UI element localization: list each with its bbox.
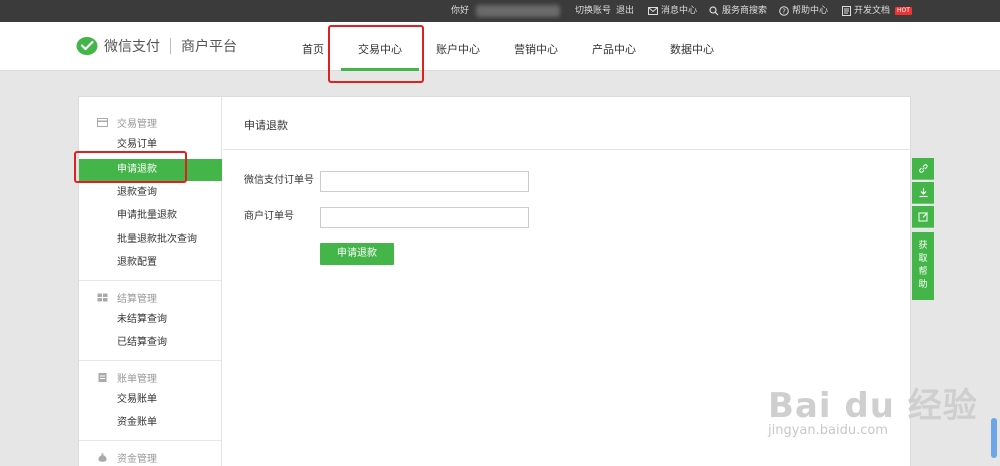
question-icon: ? bbox=[779, 6, 789, 16]
help-tab-char: 获 bbox=[918, 241, 928, 251]
sidebar-group-title: 资金管理 bbox=[117, 453, 157, 465]
sidebar-highlight-annotation bbox=[74, 151, 187, 183]
service-search-link[interactable]: 服务商搜索 bbox=[709, 0, 767, 22]
baidu-jingyan-watermark: Bai du 经验 jingyan.baidu.com bbox=[768, 378, 978, 438]
edit-tool-button[interactable] bbox=[912, 206, 934, 228]
blurred-username bbox=[476, 5, 560, 17]
nav-product-center[interactable]: 产品中心 bbox=[592, 22, 636, 71]
sidebar-item-refund-config[interactable]: 退款配置 bbox=[117, 255, 157, 271]
help-center-label: 帮助中心 bbox=[792, 6, 829, 16]
sidebar-item-settled-query[interactable]: 已结算查询 bbox=[117, 335, 167, 351]
apply-refund-button[interactable]: 申请退款 bbox=[320, 243, 394, 265]
service-search-label: 服务商搜索 bbox=[722, 6, 768, 16]
edit-icon bbox=[918, 212, 928, 222]
grid-icon bbox=[97, 293, 108, 301]
title-divider bbox=[223, 149, 912, 150]
message-center-label: 消息中心 bbox=[661, 6, 698, 16]
sidebar-item-batch-refund-query[interactable]: 批量退款批次查询 bbox=[117, 232, 197, 248]
nav-account-center[interactable]: 账户中心 bbox=[436, 22, 480, 71]
main-header: 微信支付 商户平台 首页 交易中心 账户中心 营销中心 产品中心 数据中心 bbox=[0, 22, 1000, 71]
sidebar-item-batch-refund[interactable]: 申请批量退款 bbox=[117, 208, 177, 224]
sidebar-group-title: 账单管理 bbox=[117, 373, 157, 385]
sidebar-item-fund-bill[interactable]: 资金账单 bbox=[117, 415, 157, 431]
sidebar-item-refund-query[interactable]: 退款查询 bbox=[117, 185, 157, 201]
svg-text:?: ? bbox=[782, 8, 786, 16]
help-tab-char: 取 bbox=[918, 254, 928, 264]
merchant-order-input[interactable] bbox=[320, 207, 529, 228]
document-icon bbox=[842, 6, 851, 16]
logout-link[interactable]: 退出 bbox=[616, 0, 634, 22]
download-tool-button[interactable] bbox=[912, 182, 934, 204]
sidebar-divider bbox=[79, 280, 222, 281]
sidebar-item-unsettled-query[interactable]: 未结算查询 bbox=[117, 312, 167, 328]
sidebar-divider bbox=[79, 360, 222, 361]
switch-account-link[interactable]: 切换账号 bbox=[575, 0, 611, 22]
download-icon bbox=[919, 188, 927, 198]
hot-badge: HOT bbox=[895, 7, 912, 15]
message-center-link[interactable]: 消息中心 bbox=[648, 0, 697, 22]
card-icon bbox=[97, 117, 108, 127]
money-bag-icon bbox=[98, 453, 107, 462]
top-utility-bar: 你好 切换账号 退出 消息中心 服务商搜索 ? 帮助中心 开发文档 HOT bbox=[0, 0, 1000, 22]
get-help-tab[interactable]: 获 取 帮 助 bbox=[912, 232, 934, 300]
greeting-text: 你好 bbox=[451, 6, 470, 16]
wechat-pay-icon bbox=[76, 37, 98, 55]
sidebar-item-trade-bill[interactable]: 交易账单 bbox=[117, 392, 157, 408]
nav-marketing-center[interactable]: 营销中心 bbox=[514, 22, 558, 71]
sidebar-group-trade: 交易管理 bbox=[97, 114, 157, 130]
page-title: 申请退款 bbox=[244, 119, 288, 132]
wechat-pay-logo[interactable]: 微信支付 商户平台 bbox=[76, 36, 237, 56]
wechat-order-input[interactable] bbox=[320, 171, 529, 192]
scrollbar-thumb[interactable] bbox=[991, 418, 997, 458]
nav-home[interactable]: 首页 bbox=[302, 22, 324, 71]
help-center-link[interactable]: ? 帮助中心 bbox=[779, 0, 828, 22]
nav-data-center[interactable]: 数据中心 bbox=[670, 22, 714, 71]
help-tab-char: 助 bbox=[918, 280, 928, 290]
brand-subtitle: 商户平台 bbox=[181, 39, 237, 55]
brand-separator bbox=[170, 38, 171, 54]
wechat-order-label: 微信支付订单号 bbox=[244, 175, 314, 186]
link-tool-button[interactable] bbox=[912, 158, 934, 180]
dev-docs-link[interactable]: 开发文档 HOT bbox=[842, 0, 912, 22]
watermark-main-text: Bai du 经验 bbox=[768, 386, 978, 426]
merchant-order-label: 商户订单号 bbox=[244, 211, 294, 222]
sidebar-group-title: 交易管理 bbox=[117, 118, 157, 130]
sidebar-group-funds: 资金管理 bbox=[97, 449, 157, 465]
search-icon bbox=[709, 6, 719, 16]
nav-highlight-annotation bbox=[328, 25, 424, 83]
bill-icon bbox=[98, 372, 107, 382]
envelope-icon bbox=[648, 7, 658, 15]
sidebar-group-title: 结算管理 bbox=[117, 293, 157, 305]
link-icon bbox=[918, 164, 928, 173]
dev-docs-label: 开发文档 bbox=[854, 6, 891, 16]
brand-name: 微信支付 bbox=[104, 39, 160, 55]
sidebar-group-settlement: 结算管理 bbox=[97, 289, 157, 305]
sidebar-group-bills: 账单管理 bbox=[97, 369, 157, 385]
sidebar-divider bbox=[79, 440, 222, 441]
help-tab-char: 帮 bbox=[918, 267, 928, 277]
